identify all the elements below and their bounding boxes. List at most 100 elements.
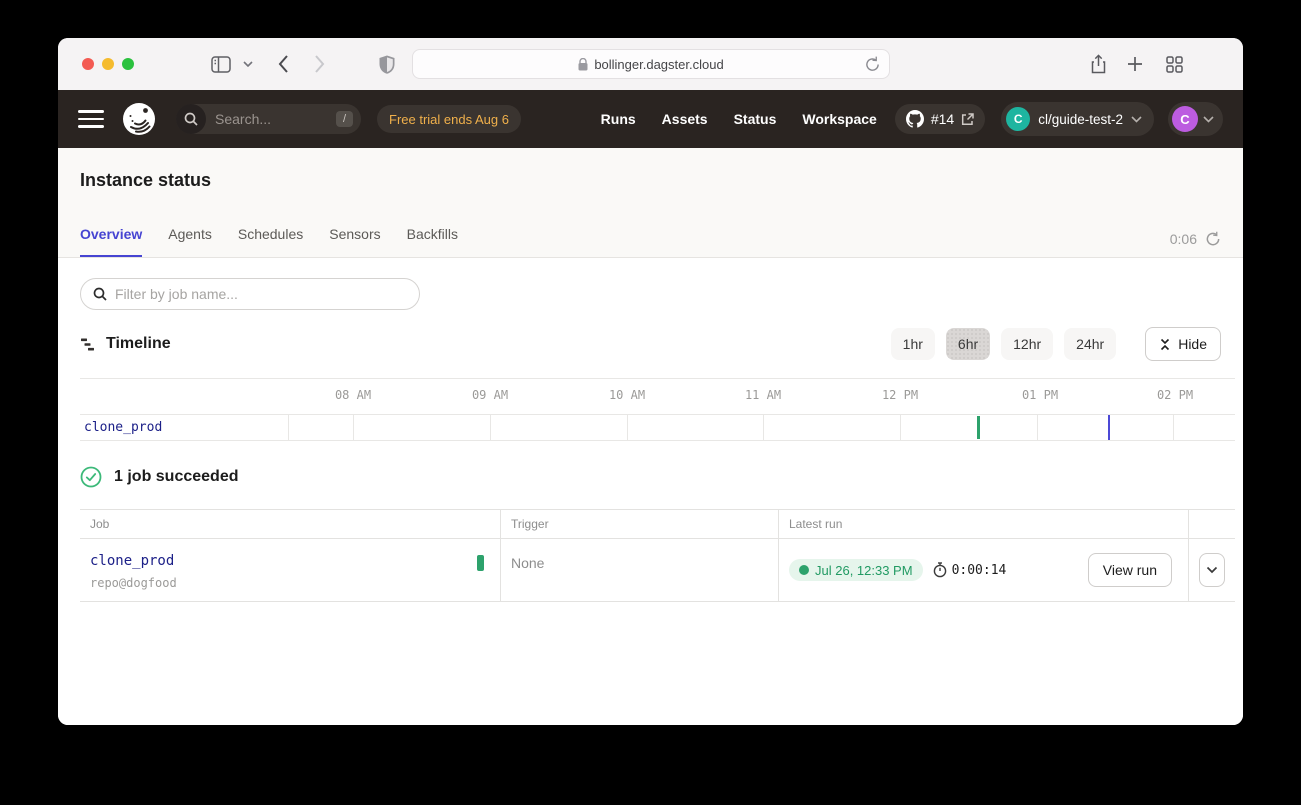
- nav-assets[interactable]: Assets: [662, 111, 708, 127]
- column-header-actions: [1188, 510, 1235, 538]
- axis-tick: 02 PM: [1145, 388, 1205, 402]
- job-repo-label: repo@dogfood: [90, 576, 177, 590]
- latest-run-time: Jul 26, 12:33 PM: [815, 563, 913, 578]
- status-tabs: Overview Agents Schedules Sensors Backfi…: [80, 226, 458, 257]
- axis-tick: 11 AM: [733, 388, 793, 402]
- deployment-name: cl/guide-test-2: [1038, 112, 1123, 127]
- app-header: Search... / Free trial ends Aug 6 Runs A…: [58, 90, 1243, 148]
- tab-overview[interactable]: Overview: [80, 226, 142, 257]
- browser-toolbar: bollinger.dagster.cloud: [58, 38, 1243, 90]
- current-time-line: [1108, 415, 1110, 440]
- timeline-title: Timeline: [106, 335, 171, 353]
- tab-overview-icon[interactable]: [1161, 52, 1187, 76]
- share-icon[interactable]: [1085, 52, 1111, 76]
- timeline-range-buttons: 1hr 6hr 12hr 24hr Hide: [891, 327, 1221, 361]
- axis-tick: 10 AM: [597, 388, 657, 402]
- success-dot-icon: [799, 565, 809, 575]
- user-avatar: C: [1172, 106, 1198, 132]
- main-nav: Runs Assets Status Workspace: [601, 111, 877, 127]
- close-window-button[interactable]: [82, 58, 94, 70]
- refresh-icon[interactable]: [1205, 231, 1221, 247]
- window-controls: [82, 58, 134, 70]
- column-header-trigger: Trigger: [500, 510, 778, 538]
- github-pr-link[interactable]: #14: [895, 104, 985, 134]
- tab-agents[interactable]: Agents: [168, 226, 212, 257]
- axis-tick: 09 AM: [460, 388, 520, 402]
- timeline-chart: 08 AM 09 AM 10 AM 11 AM 12 PM 01 PM 02 P…: [80, 378, 1235, 440]
- chevron-down-icon: [1206, 566, 1218, 574]
- reload-icon[interactable]: [865, 56, 880, 76]
- timeline-icon: [80, 337, 96, 352]
- browser-window: bollinger.dagster.cloud: [58, 38, 1243, 725]
- user-menu[interactable]: C: [1168, 102, 1223, 136]
- back-button[interactable]: [270, 52, 296, 76]
- page-header: Instance status Overview Agents Schedule…: [58, 148, 1243, 258]
- github-icon: [906, 110, 924, 128]
- tab-schedules[interactable]: Schedules: [238, 226, 303, 257]
- forward-button[interactable]: [306, 52, 332, 76]
- jobs-table: Job Trigger Latest run clone_prod repo@d…: [80, 509, 1235, 602]
- auto-refresh-timer: 0:06: [1170, 231, 1221, 247]
- pr-number: #14: [931, 111, 954, 127]
- jobs-summary: 1 job succeeded: [80, 466, 1221, 488]
- url-text: bollinger.dagster.cloud: [594, 57, 723, 72]
- search-icon: [176, 104, 206, 134]
- axis-tick: 12 PM: [870, 388, 930, 402]
- lock-icon: [578, 58, 588, 71]
- menu-icon[interactable]: [78, 110, 104, 128]
- search-shortcut-key: /: [336, 111, 353, 127]
- row-expand-button[interactable]: [1199, 553, 1225, 587]
- collapse-icon: [1159, 338, 1171, 351]
- search-icon: [93, 287, 107, 301]
- range-12hr-button[interactable]: 12hr: [1001, 328, 1053, 360]
- nav-status[interactable]: Status: [734, 111, 777, 127]
- job-link[interactable]: clone_prod: [90, 553, 177, 569]
- range-6hr-button[interactable]: 6hr: [946, 328, 990, 360]
- stopwatch-icon: [933, 562, 947, 578]
- sidebar-toggle-icon[interactable]: [208, 52, 234, 76]
- minimize-window-button[interactable]: [102, 58, 114, 70]
- search-placeholder: Search...: [215, 111, 327, 127]
- global-search[interactable]: Search... /: [176, 104, 361, 134]
- page-title: Instance status: [80, 170, 1221, 191]
- axis-tick: 08 AM: [323, 388, 383, 402]
- nav-workspace[interactable]: Workspace: [802, 111, 876, 127]
- external-link-icon: [961, 113, 974, 126]
- deployment-avatar: C: [1006, 107, 1030, 131]
- summary-text: 1 job succeeded: [114, 468, 239, 486]
- chevron-down-icon: [1203, 116, 1214, 123]
- table-row: clone_prod repo@dogfood None Jul 26, 12:…: [80, 539, 1235, 602]
- range-1hr-button[interactable]: 1hr: [891, 328, 935, 360]
- axis-tick: 01 PM: [1010, 388, 1070, 402]
- check-circle-icon: [80, 466, 102, 488]
- table-header-row: Job Trigger Latest run: [80, 510, 1235, 539]
- timeline-row-clone-prod[interactable]: clone_prod: [80, 414, 1235, 441]
- address-bar[interactable]: bollinger.dagster.cloud: [412, 49, 890, 79]
- privacy-shield-icon[interactable]: [374, 52, 400, 76]
- tab-backfills[interactable]: Backfills: [407, 226, 458, 257]
- run-success-marker[interactable]: [977, 416, 980, 439]
- view-run-button[interactable]: View run: [1088, 553, 1172, 587]
- nav-runs[interactable]: Runs: [601, 111, 636, 127]
- job-filter[interactable]: [80, 278, 420, 310]
- deployment-switcher[interactable]: C cl/guide-test-2: [1001, 102, 1154, 136]
- sidebar-chevron-icon[interactable]: [240, 52, 256, 76]
- tab-sensors[interactable]: Sensors: [329, 226, 380, 257]
- hide-timeline-button[interactable]: Hide: [1145, 327, 1221, 361]
- run-duration: 0:00:14: [933, 562, 1007, 578]
- timeline-header: Timeline 1hr 6hr 12hr 24hr Hide: [80, 326, 1221, 362]
- zoom-window-button[interactable]: [122, 58, 134, 70]
- overview-content: Timeline 1hr 6hr 12hr 24hr Hide 08 AM 09…: [58, 258, 1243, 725]
- chevron-down-icon: [1131, 116, 1142, 123]
- column-header-latest-run: Latest run: [778, 510, 1188, 538]
- dagster-logo[interactable]: [122, 102, 156, 136]
- job-filter-input[interactable]: [115, 286, 407, 302]
- timeline-job-label[interactable]: clone_prod: [84, 420, 162, 435]
- trigger-value: None: [500, 539, 778, 601]
- new-tab-icon[interactable]: [1122, 52, 1148, 76]
- run-status-mini-bar[interactable]: [477, 555, 484, 571]
- trial-badge[interactable]: Free trial ends Aug 6: [377, 105, 521, 133]
- latest-run-badge[interactable]: Jul 26, 12:33 PM: [789, 559, 923, 581]
- column-header-job: Job: [80, 510, 500, 538]
- range-24hr-button[interactable]: 24hr: [1064, 328, 1116, 360]
